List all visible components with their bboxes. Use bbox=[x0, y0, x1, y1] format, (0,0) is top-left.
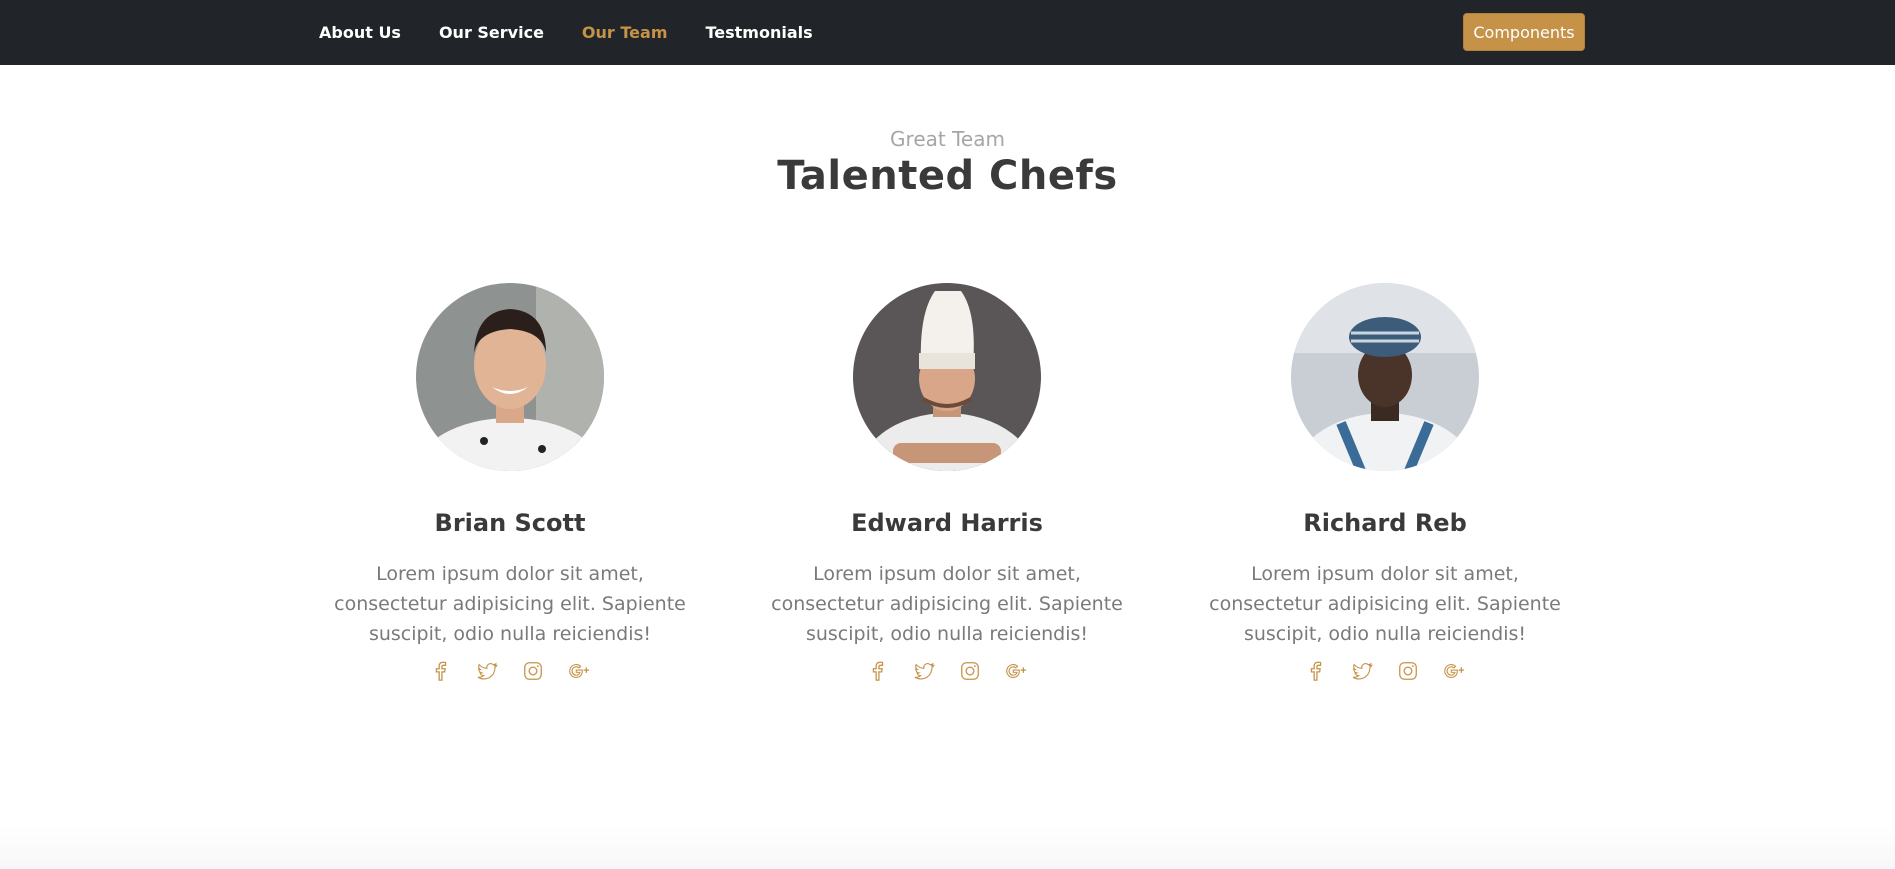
team-member-card: Richard Reb Lorem ipsum dolor sit amet, … bbox=[1190, 283, 1580, 683]
google-plus-icon[interactable] bbox=[1442, 659, 1466, 683]
twitter-icon[interactable] bbox=[475, 659, 499, 683]
team-member-card: Edward Harris Lorem ipsum dolor sit amet… bbox=[752, 283, 1142, 683]
components-button[interactable]: Components bbox=[1463, 13, 1585, 51]
nav-link-about-us[interactable]: About Us bbox=[319, 23, 401, 42]
nav-link-our-service[interactable]: Our Service bbox=[439, 23, 544, 42]
nav-link-our-team[interactable]: Our Team bbox=[582, 23, 668, 42]
section-subheading: Great Team bbox=[890, 127, 1005, 151]
nav-links: About Us Our Service Our Team Testmonial… bbox=[319, 0, 851, 65]
member-bio: Lorem ipsum dolor sit amet, consectetur … bbox=[771, 563, 1123, 645]
nav-link-testimonials[interactable]: Testmonials bbox=[705, 23, 812, 42]
instagram-icon[interactable] bbox=[521, 659, 545, 683]
facebook-icon[interactable] bbox=[1304, 659, 1328, 683]
footer-fade bbox=[0, 825, 1895, 869]
member-bio: Lorem ipsum dolor sit amet, consectetur … bbox=[334, 563, 686, 645]
google-plus-icon[interactable] bbox=[1004, 659, 1028, 683]
avatar bbox=[1291, 283, 1479, 471]
member-bio: Lorem ipsum dolor sit amet, consectetur … bbox=[1209, 563, 1561, 645]
twitter-icon[interactable] bbox=[912, 659, 936, 683]
instagram-icon[interactable] bbox=[958, 659, 982, 683]
google-plus-icon[interactable] bbox=[567, 659, 591, 683]
team-member-card: Brian Scott Lorem ipsum dolor sit amet, … bbox=[315, 283, 705, 683]
social-links bbox=[1190, 659, 1580, 683]
social-links bbox=[315, 659, 705, 683]
member-name: Edward Harris bbox=[851, 509, 1043, 537]
avatar bbox=[853, 283, 1041, 471]
facebook-icon[interactable] bbox=[429, 659, 453, 683]
facebook-icon[interactable] bbox=[866, 659, 890, 683]
section-heading: Talented Chefs bbox=[777, 153, 1118, 199]
social-links bbox=[752, 659, 1142, 683]
twitter-icon[interactable] bbox=[1350, 659, 1374, 683]
navbar: About Us Our Service Our Team Testmonial… bbox=[0, 0, 1895, 65]
member-name: Richard Reb bbox=[1303, 509, 1467, 537]
instagram-icon[interactable] bbox=[1396, 659, 1420, 683]
avatar bbox=[416, 283, 604, 471]
member-name: Brian Scott bbox=[434, 509, 586, 537]
